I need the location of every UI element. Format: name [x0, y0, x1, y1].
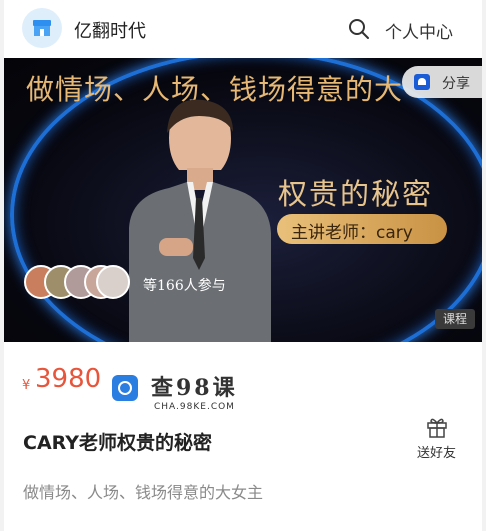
teacher-label: 主讲老师：cary: [291, 223, 413, 243]
course-banner[interactable]: 做情场、人场、钱场得意的大 分享 权贵的秘密 主讲老师：cary 等166人参与: [4, 58, 482, 342]
presenter-photo: [129, 99, 271, 342]
participant-avatars[interactable]: [24, 265, 134, 299]
course-description: 做情场、人场、钱场得意的大女主: [23, 483, 264, 502]
course-page: 亿翻时代 个人中心 做情场、人场、钱场得意的大 分享 权贵的秘密 主讲老师：ca…: [4, 0, 482, 531]
storefront-icon: [33, 20, 51, 36]
course-type-badge: 课程: [435, 309, 475, 329]
course-title: CARY老师权贵的秘密: [23, 432, 212, 454]
personal-center-link[interactable]: 个人中心: [385, 18, 453, 43]
gift-icon: [427, 418, 447, 438]
shop-logo[interactable]: [22, 8, 62, 48]
gift-to-friend-button[interactable]: 送好友: [412, 416, 462, 462]
participant-count: 等166人参与: [143, 278, 226, 294]
price-value: 3980: [35, 364, 102, 394]
watermark-text: 查98课: [151, 375, 238, 401]
watermark-logo-icon: [112, 375, 138, 401]
share-label: 分享: [442, 76, 470, 92]
shop-name[interactable]: 亿翻时代: [74, 17, 146, 43]
watermark-url: CHA.98KE.COM: [154, 402, 235, 412]
share-button[interactable]: 分享: [402, 66, 482, 98]
price-currency: ¥: [22, 378, 31, 393]
avatar: [96, 265, 130, 299]
banner-subtitle: 权贵的秘密: [278, 177, 434, 211]
gift-label: 送好友: [417, 446, 457, 461]
search-icon: [349, 19, 369, 39]
top-bar: 亿翻时代 个人中心: [4, 0, 482, 58]
share-icon: [414, 74, 430, 90]
teacher-badge: 主讲老师：cary: [277, 214, 447, 244]
search-button[interactable]: [347, 17, 371, 41]
